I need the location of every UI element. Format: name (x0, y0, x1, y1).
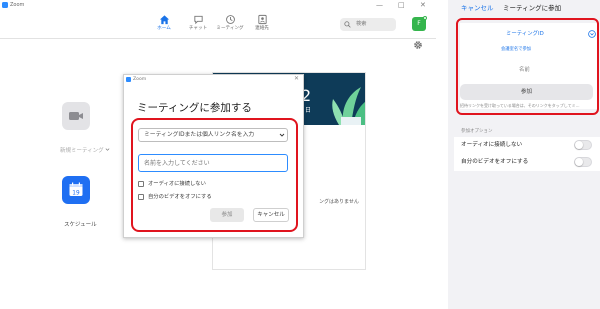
schedule-label: スケジュール (64, 222, 97, 228)
chevron-down-icon (106, 148, 110, 151)
zoom-logo-icon (2, 2, 8, 8)
highlight-box (131, 118, 298, 232)
tab-chat[interactable]: チャット (180, 14, 216, 32)
contacts-icon (257, 14, 267, 25)
tab-meetings-label: ミーティング (216, 26, 244, 31)
mobile-options-header: 参加オプション (461, 129, 493, 134)
dialog-heading: ミーティングに参加する (137, 102, 252, 114)
window-title: Zoom (10, 2, 25, 8)
screenshot-stage: Zoom — □ ✕ ホーム チャット ミーティング 連絡先 検索 F 新規ミー… (0, 0, 600, 309)
minimize-button[interactable]: — (376, 0, 383, 10)
window-titlebar: Zoom — □ ✕ (0, 0, 436, 12)
dialog-titlebar: Zoom ✕ (124, 75, 303, 85)
home-icon (159, 15, 169, 25)
new-meeting-label: 新規ミーティング (60, 147, 110, 155)
avatar[interactable]: F (412, 16, 427, 31)
mobile-join-screen: キャンセル ミーティングに参加 ミーティングID 会議室名で参加 名前 参加 招… (448, 0, 600, 309)
plant-illustration (332, 87, 365, 125)
chat-icon (193, 15, 203, 25)
mobile-cancel-button[interactable]: キャンセル (461, 4, 494, 13)
mobile-option-video: 自分のビデオをオフにする (454, 154, 600, 171)
dialog-close-button[interactable]: ✕ (294, 75, 299, 83)
maximize-button[interactable]: □ (398, 0, 405, 10)
mobile-title: ミーティングに参加 (503, 4, 562, 12)
search-input[interactable]: 検索 (340, 18, 396, 31)
schedule-button[interactable]: 19 (62, 176, 90, 204)
tab-contacts-label: 連絡先 (255, 26, 269, 31)
mobile-option-audio-label: オーディオに接続しない (461, 142, 523, 148)
search-icon (344, 21, 351, 28)
zoom-logo-icon (126, 77, 131, 82)
status-dot (423, 16, 427, 20)
tab-contacts[interactable]: 連絡先 (244, 14, 280, 32)
tab-home[interactable]: ホーム (146, 14, 182, 32)
zoom-desktop-window: Zoom — □ ✕ ホーム チャット ミーティング 連絡先 検索 F 新規ミー… (0, 0, 436, 309)
calendar-empty-text: ングはありません (319, 199, 359, 205)
mobile-option-audio: オーディオに接続しない (454, 137, 600, 154)
highlight-box (456, 18, 599, 115)
new-meeting-button[interactable] (62, 102, 90, 130)
mobile-header: キャンセル ミーティングに参加 (448, 0, 600, 18)
video-camera-icon (69, 112, 83, 120)
mobile-option-video-label: 自分のビデオをオフにする (461, 159, 529, 165)
video-off-toggle[interactable] (574, 157, 592, 167)
no-audio-toggle[interactable] (574, 140, 592, 150)
avatar-initial: F (417, 20, 421, 27)
close-window-button[interactable]: ✕ (420, 0, 426, 10)
calendar-day: 日 (305, 107, 312, 114)
clock-icon (225, 15, 235, 24)
calendar-icon-day: 19 (72, 190, 80, 196)
toggle-knob (575, 158, 583, 166)
tab-meetings[interactable]: ミーティング (212, 14, 248, 32)
dialog-title: Zoom (133, 77, 147, 82)
settings-gear-icon[interactable] (413, 40, 423, 50)
calendar-icon: 19 (69, 182, 83, 196)
tab-chat-label: チャット (188, 26, 208, 31)
search-placeholder: 検索 (356, 21, 367, 27)
top-navigation: ホーム チャット ミーティング 連絡先 検索 F (0, 12, 436, 39)
toggle-knob (575, 141, 583, 149)
tab-home-label: ホーム (157, 26, 171, 31)
